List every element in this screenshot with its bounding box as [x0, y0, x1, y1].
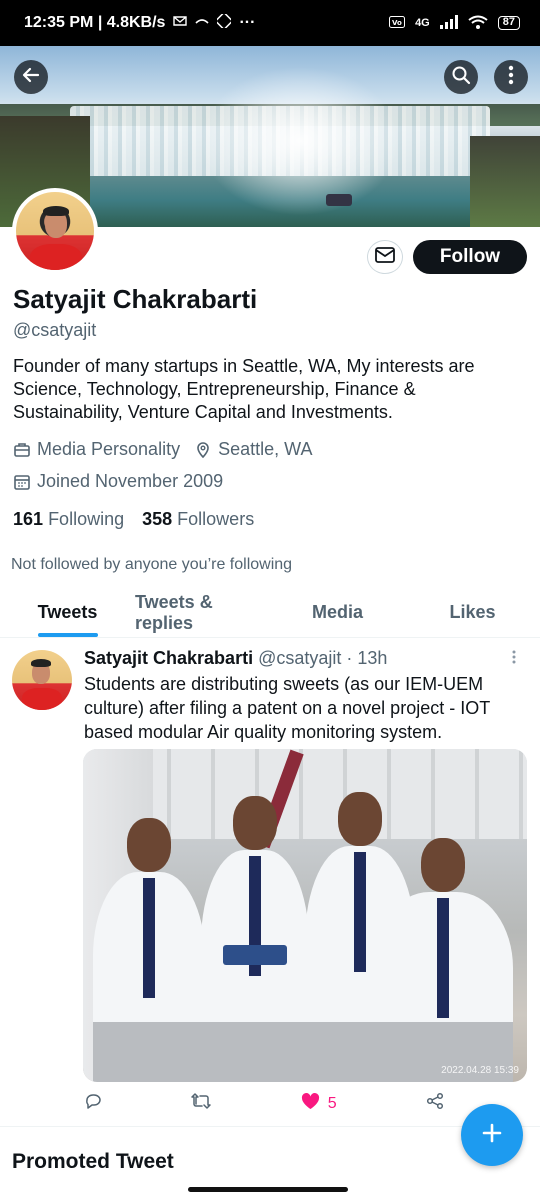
plus-icon	[480, 1121, 504, 1150]
tweet-actions: 5	[84, 1092, 444, 1115]
student-head	[421, 838, 465, 892]
search-icon	[451, 65, 471, 90]
profile-handle: @csatyajit	[13, 320, 97, 340]
retweet-button[interactable]	[191, 1092, 212, 1115]
following-count: 161	[13, 509, 44, 529]
student-head	[127, 818, 171, 872]
reply-icon	[84, 1092, 102, 1115]
student-head	[233, 796, 277, 850]
student-tie	[143, 878, 155, 998]
share-button[interactable]	[426, 1092, 444, 1115]
message-button[interactable]	[367, 240, 403, 274]
following-label: Following	[48, 509, 125, 529]
profile-category: Media Personality	[37, 439, 181, 459]
profile-name: Satyajit Chakrabarti	[13, 284, 258, 314]
calendar-icon	[13, 473, 31, 491]
profile-meta-row: Media Personality Seattle, WA	[13, 439, 312, 460]
svg-text:Vo: Vo	[392, 19, 402, 27]
student-pants	[201, 1022, 309, 1082]
banner-cliff-right	[470, 136, 540, 227]
status-bar: 12:35 PM | 4.8KB/s ··· Vo 4G 87	[0, 0, 540, 46]
location-pin-icon	[194, 441, 212, 459]
student-pants	[93, 1022, 205, 1082]
tweet-handle: @csatyajit	[258, 648, 342, 668]
photo-timestamp: 2022.04.28 15:39	[441, 1065, 519, 1076]
envelope-icon	[375, 246, 395, 268]
tweet-photo[interactable]: 2022.04.28 15:39	[83, 749, 527, 1082]
compose-tweet-button[interactable]	[461, 1104, 523, 1166]
followers-link[interactable]: 358 Followers	[142, 509, 254, 530]
more-notifications-icon: ···	[239, 14, 256, 31]
tab-tweets-replies[interactable]: Tweets & replies	[135, 588, 270, 637]
photo-student	[373, 838, 513, 1082]
section-divider	[0, 1126, 540, 1127]
avatar-hair	[43, 206, 69, 216]
profile-bio: Founder of many startups in Seattle, WA,…	[13, 356, 475, 422]
heart-filled-icon	[301, 1092, 320, 1115]
photo-student	[93, 818, 205, 1082]
tweet-avatar-hair	[31, 659, 51, 667]
gesture-home-bar[interactable]	[188, 1187, 348, 1192]
like-button[interactable]: 5	[301, 1092, 337, 1115]
tweet-header: Satyajit Chakrabarti @csatyajit · 13h	[84, 648, 387, 669]
network-type: 4G	[415, 17, 430, 29]
photo-sweet-box	[223, 945, 287, 965]
followers-label: Followers	[177, 509, 255, 529]
followers-count: 358	[142, 509, 173, 529]
notification-icon	[195, 14, 210, 32]
tweet-avatar[interactable]	[12, 650, 72, 710]
promoted-tweet-heading: Promoted Tweet	[12, 1150, 174, 1173]
back-button[interactable]	[14, 60, 48, 94]
arrow-left-icon	[21, 65, 41, 90]
more-options-button[interactable]	[494, 60, 528, 94]
follow-button[interactable]: Follow	[413, 240, 527, 274]
profile-tabs: Tweets Tweets & replies Media Likes	[0, 588, 540, 638]
vertical-dots-icon	[508, 65, 514, 90]
follow-stats: 161 Following 358 Followers	[13, 509, 254, 530]
app-notification-icon	[214, 10, 234, 33]
profile-joined: Joined November 2009	[37, 471, 224, 491]
tweet-time: · 13h	[346, 648, 388, 668]
battery-icon: 87	[497, 16, 520, 30]
wifi-icon	[468, 15, 488, 32]
briefcase-icon	[13, 441, 31, 459]
reply-button[interactable]	[84, 1092, 102, 1115]
banner-mist	[200, 66, 400, 216]
tab-media[interactable]: Media	[270, 588, 405, 637]
profile-location: Seattle, WA	[218, 439, 313, 459]
tweet-menu-icon[interactable]	[512, 650, 516, 669]
student-head	[338, 792, 382, 846]
banner-boat	[326, 194, 352, 206]
share-icon	[426, 1092, 444, 1115]
mail-notification-icon	[173, 14, 188, 32]
profile-joined-row: Joined November 2009	[13, 471, 223, 492]
tweet-text: Students are distributing sweets (as our…	[84, 674, 490, 742]
not-followed-notice: Not followed by anyone you’re following	[11, 556, 293, 573]
status-time: 12:35 PM | 4.8KB/s	[24, 14, 166, 31]
profile-avatar[interactable]	[12, 188, 98, 274]
student-tie	[354, 852, 366, 972]
search-button[interactable]	[444, 60, 478, 94]
like-count: 5	[327, 1094, 337, 1112]
photo-student	[201, 796, 309, 1082]
tab-tweets[interactable]: Tweets	[0, 588, 135, 637]
student-tie	[437, 898, 449, 1018]
tab-likes[interactable]: Likes	[405, 588, 540, 637]
tweet-avatar-shirt	[22, 688, 62, 710]
avatar-shirt	[30, 244, 82, 270]
retweet-icon	[191, 1092, 212, 1115]
following-link[interactable]: 161 Following	[13, 509, 124, 530]
signal-icon	[439, 14, 458, 32]
volte-icon: Vo	[389, 15, 406, 31]
tweet-author[interactable]: Satyajit Chakrabarti	[84, 648, 253, 669]
